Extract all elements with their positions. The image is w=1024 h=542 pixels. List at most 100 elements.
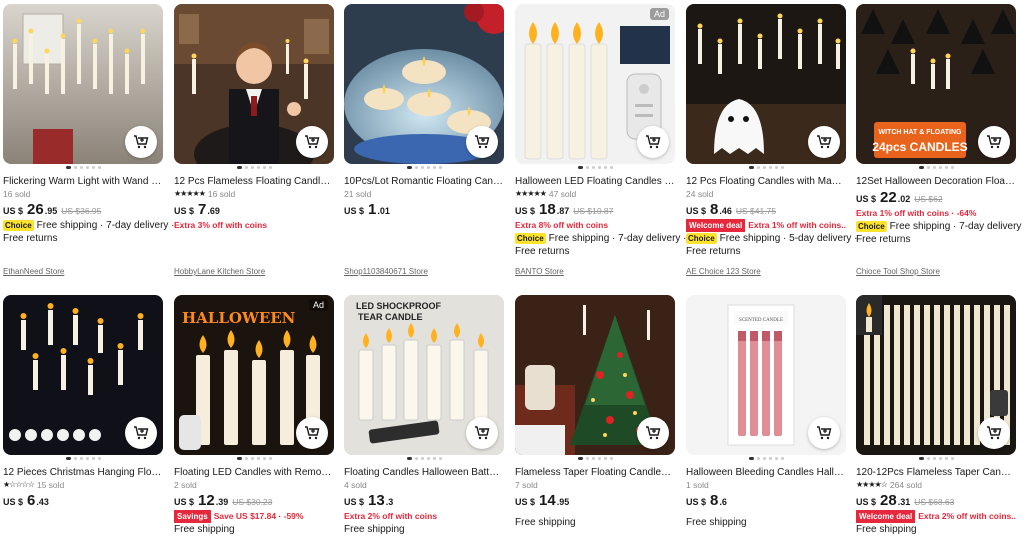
product-title[interactable]: Halloween LED Floating Candles Ma... (515, 175, 675, 188)
product-title[interactable]: Halloween Bleeding Candles Hallow... (686, 466, 846, 479)
ad-badge: Ad (649, 8, 669, 20)
cart-plus-icon (474, 425, 490, 441)
returns-info: Free returns (856, 234, 911, 245)
cart-plus-icon (986, 425, 1002, 441)
product-image[interactable] (3, 295, 163, 455)
product-card[interactable]: 12 Pcs Floating Candles with Magic ... 2… (686, 4, 858, 276)
product-card[interactable]: HALLOWEEN Ad Floating LED Candles with R… (174, 295, 334, 536)
shipping-info: Free shipping · 5-day delivery · (719, 233, 858, 244)
rating-stars: ★★★★☆ (856, 480, 888, 489)
price: US $1.01 (344, 201, 390, 218)
add-to-cart-button[interactable] (466, 417, 498, 449)
coins-promo: Extra 2% off with coins... (918, 511, 1016, 521)
product-image[interactable]: LED SHOCKPROOF TEAR CANDLE (344, 295, 504, 455)
product-card[interactable]: SCENTED CANDLE Halloween Bleeding Candle… (686, 295, 846, 529)
coins-promo: Extra 1% off with coins · -64% (856, 208, 977, 218)
image-carousel-dots[interactable] (344, 166, 504, 172)
coins-promo: Extra 2% off with coins (344, 511, 438, 521)
price: US $8.46 US $41.75 (686, 200, 846, 219)
product-title[interactable]: 12 Pcs Flameless Floating Candles ... (174, 175, 334, 188)
sold-count: 21 sold (344, 189, 372, 199)
add-to-cart-button[interactable] (125, 126, 157, 158)
svg-text:LED SHOCKPROOF: LED SHOCKPROOF (356, 301, 442, 311)
product-title[interactable]: Floating Candles Halloween Battery ... (344, 466, 504, 479)
add-to-cart-button[interactable] (978, 126, 1010, 158)
savings-badge: Savings (174, 510, 211, 523)
savings-text: Save US $17.84 · -59% (213, 511, 304, 521)
product-image[interactable] (3, 4, 163, 164)
add-to-cart-button[interactable] (978, 417, 1010, 449)
product-card[interactable]: LED SHOCKPROOF TEAR CANDLE Floating Cand… (344, 295, 504, 536)
store-link[interactable]: HobbyLane Kitchen Store (174, 267, 265, 276)
cart-plus-icon (133, 425, 149, 441)
product-card[interactable]: Flameless Taper Floating Candles wi... 7… (515, 295, 675, 529)
choice-badge: Choice (856, 221, 887, 232)
product-image[interactable] (686, 4, 846, 164)
price: US $8.6 (686, 492, 727, 509)
product-card[interactable]: WITCH HAT & FLOATING 24pcs CANDLES 12Set… (856, 4, 1024, 276)
shipping-info: Free shipping · 7-day delivery · (36, 220, 175, 231)
image-carousel-dots[interactable] (344, 457, 504, 463)
product-title[interactable]: 12Set Halloween Decoration Floatin... (856, 175, 1016, 188)
product-title[interactable]: 10Pcs/Lot Romantic Floating Candle... (344, 175, 504, 188)
product-image[interactable]: Ad (515, 4, 675, 164)
product-card[interactable]: 12 Pcs Flameless Floating Candles ... ★★… (174, 4, 334, 276)
add-to-cart-button[interactable] (466, 126, 498, 158)
store-link[interactable]: Shop1103840671 Store (344, 267, 428, 276)
price: US $6.43 (3, 492, 49, 509)
add-to-cart-button[interactable] (808, 417, 840, 449)
image-carousel-dots[interactable] (3, 457, 163, 463)
product-title[interactable]: 120-12Pcs Flameless Taper Candles ... (856, 466, 1016, 479)
store-link[interactable]: Chioce Tool Shop Store (856, 267, 940, 276)
image-carousel-dots[interactable] (686, 166, 846, 172)
product-card[interactable]: 12 Pieces Christmas Hanging Floatin... ★… (3, 295, 163, 510)
welcome-deal-badge: Welcome deal (856, 510, 916, 523)
svg-text:WITCH HAT & FLOATING: WITCH HAT & FLOATING (879, 129, 963, 136)
product-image[interactable]: WITCH HAT & FLOATING 24pcs CANDLES (856, 4, 1016, 164)
add-to-cart-button[interactable] (637, 126, 669, 158)
product-image[interactable] (174, 4, 334, 164)
price: US $28.31 US $68.63 (856, 491, 1016, 510)
store-link[interactable]: EthanNeed Store (3, 267, 64, 276)
image-carousel-dots[interactable] (856, 457, 1016, 463)
product-title[interactable]: 12 Pieces Christmas Hanging Floatin... (3, 466, 163, 479)
image-carousel-dots[interactable] (856, 166, 1016, 172)
product-image[interactable] (344, 4, 504, 164)
add-to-cart-button[interactable] (808, 126, 840, 158)
add-to-cart-button[interactable] (125, 417, 157, 449)
product-title[interactable]: 12 Pcs Floating Candles with Magic ... (686, 175, 846, 188)
product-card[interactable]: Ad Halloween LED Floating Candles Ma... … (515, 4, 687, 276)
product-image[interactable] (515, 295, 675, 455)
product-title[interactable]: Flameless Taper Floating Candles wi... (515, 466, 675, 479)
product-title[interactable]: Flickering Warm Light with Wand LE... (3, 175, 163, 188)
image-carousel-dots[interactable] (174, 166, 334, 172)
product-image[interactable]: HALLOWEEN Ad (174, 295, 334, 455)
store-link[interactable]: BANTO Store (515, 267, 564, 276)
product-image[interactable]: SCENTED CANDLE (686, 295, 846, 455)
cart-plus-icon (304, 134, 320, 150)
product-image[interactable] (856, 295, 1016, 455)
product-card[interactable]: Flickering Warm Light with Wand LE... 16… (3, 4, 175, 276)
price: US $26.95 US $36.95 (3, 200, 163, 219)
store-link[interactable]: AE Choice 123 Store (686, 267, 761, 276)
add-to-cart-button[interactable] (296, 126, 328, 158)
shipping-info: Free shipping · 7-day delivery · (889, 221, 1024, 232)
image-carousel-dots[interactable] (3, 166, 163, 172)
image-carousel-dots[interactable] (686, 457, 846, 463)
cart-plus-icon (986, 134, 1002, 150)
add-to-cart-button[interactable] (637, 417, 669, 449)
ad-badge: Ad (308, 299, 328, 311)
shipping-info: Free shipping (856, 524, 917, 535)
product-card[interactable]: 120-12Pcs Flameless Taper Candles ... ★★… (856, 295, 1016, 536)
image-carousel-dots[interactable] (515, 166, 675, 172)
svg-text:HALLOWEEN: HALLOWEEN (182, 309, 296, 327)
product-card[interactable]: 10Pcs/Lot Romantic Floating Candle... 21… (344, 4, 504, 276)
sold-count: 47 sold (548, 189, 577, 199)
returns-info: Free returns (3, 233, 58, 244)
cart-plus-icon (816, 134, 832, 150)
add-to-cart-button[interactable] (296, 417, 328, 449)
sold-count: 15 sold (36, 480, 65, 490)
image-carousel-dots[interactable] (515, 457, 675, 463)
product-title[interactable]: Floating LED Candles with Remote C... (174, 466, 334, 479)
image-carousel-dots[interactable] (174, 457, 334, 463)
